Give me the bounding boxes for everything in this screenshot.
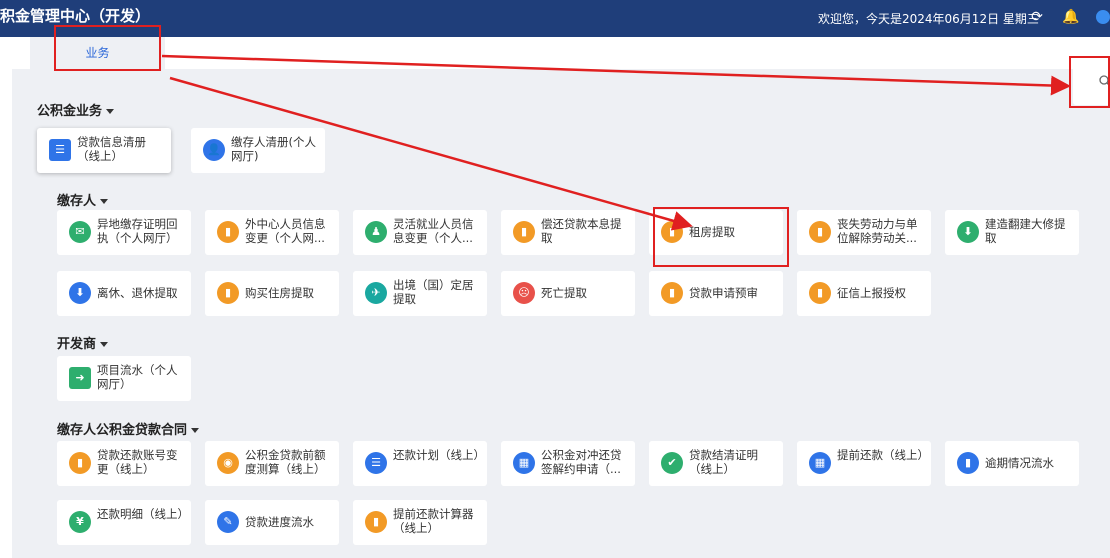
section-title-kfs[interactable]: 开发商 [57,333,109,352]
search-icon [1099,75,1110,87]
service-icon: ✉ [69,221,91,243]
service-icon: ▦ [513,452,535,474]
card-rent-withdraw[interactable]: ▮ 租房提取 [649,210,783,255]
section-title-contract[interactable]: 缴存人公积金贷款合同 [57,419,200,438]
avatar[interactable] [1096,10,1110,24]
card-loan-settle-proof[interactable]: ✔ 贷款结清证明（线上） [649,441,783,486]
service-icon: ▮ [217,221,239,243]
card-repay-loan-withdraw[interactable]: ▮ 偿还贷款本息提取 [501,210,635,255]
card-credit-auth[interactable]: ▮ 征信上报授权 [797,271,931,316]
greeting-text: 欢迎您，今天是2024年06月12日 星期三 [818,12,1039,26]
service-icon: ¥ [69,511,91,533]
section-title-jcr[interactable]: 缴存人 [57,190,109,209]
section-title-gjj[interactable]: 公积金业务 [37,100,115,119]
service-icon: ✈ [365,282,387,304]
card-disability-withdraw[interactable]: ▮ 丧失劳动力与单位解除劳动关... [797,210,931,255]
card-depositor-register[interactable]: 👤 缴存人清册(个人网厅) [191,128,325,173]
service-icon: ▮ [69,452,91,474]
tab-business[interactable]: 业务 [30,37,165,69]
caret-down-icon [191,428,200,433]
service-icon: ◉ [217,452,239,474]
service-icon: ▦ [809,452,831,474]
person-icon: 👤 [203,139,225,161]
search-button[interactable] [1073,60,1110,105]
service-icon: ▮ [217,282,239,304]
card-remote-deposit-proof[interactable]: ✉ 异地缴存证明回执（个人网厅） [57,210,191,255]
card-overdue-flow[interactable]: ▮ 逾期情况流水 [945,441,1079,486]
service-icon: ☰ [365,452,387,474]
card-offset-repay-apply[interactable]: ▦ 公积金对冲还贷签解约申请（... [501,441,635,486]
service-icon: ✔ [661,452,683,474]
card-repay-plan[interactable]: ☰ 还款计划（线上） [353,441,487,486]
card-loan-progress[interactable]: ✎ 贷款进度流水 [205,500,339,545]
service-icon: ♟ [365,221,387,243]
bell-icon[interactable]: 🔔 [1062,8,1080,26]
card-emigrate-withdraw[interactable]: ✈ 出境（国）定居提取 [353,271,487,316]
card-project-flow[interactable]: ➜ 项目流水（个人网厅） [57,356,191,401]
card-loan-pre-review[interactable]: ▮ 贷款申请预审 [649,271,783,316]
service-icon: ▮ [513,221,535,243]
refresh-icon[interactable]: ⟳ [1028,8,1046,26]
list-icon: ☰ [49,139,71,161]
service-icon: ✎ [217,511,239,533]
card-external-staff-change[interactable]: ▮ 外中心人员信息变更（个人网... [205,210,339,255]
tab-bar [12,37,1110,69]
service-icon: ▮ [661,221,683,243]
caret-down-icon [106,109,115,114]
door-icon: ➜ [69,367,91,389]
service-icon: ⬇ [957,221,979,243]
card-death-withdraw[interactable]: ☹ 死亡提取 [501,271,635,316]
card-build-repair-withdraw[interactable]: ⬇ 建造翻建大修提取 [945,210,1079,255]
caret-down-icon [100,342,109,347]
card-repay-account-change[interactable]: ▮ 贷款还款账号变更（线上） [57,441,191,486]
caret-down-icon [100,199,109,204]
left-edge-strip [0,37,12,558]
card-loan-info-register[interactable]: ☰ 贷款信息清册（线上） [37,128,171,173]
card-prepay-calculator[interactable]: ▮ 提前还款计算器（线上） [353,500,487,545]
service-icon: ⬇ [69,282,91,304]
card-buy-house-withdraw[interactable]: ▮ 购买住房提取 [205,271,339,316]
card-repay-detail[interactable]: ¥ 还款明细（线上） [57,500,191,545]
service-icon: ☹ [513,282,535,304]
app-title: 积金管理中心（开发） [0,7,151,25]
service-icon: ▮ [661,282,683,304]
service-icon: ▮ [957,452,979,474]
top-header-bar: 积金管理中心（开发） 欢迎您，今天是2024年06月12日 星期三 ⟳ 🔔 [0,0,1110,37]
service-icon: ▮ [809,221,831,243]
card-flex-employment-change[interactable]: ♟ 灵活就业人员信息变更（个人... [353,210,487,255]
card-retire-withdraw[interactable]: ⬇ 离休、退休提取 [57,271,191,316]
service-icon: ▮ [809,282,831,304]
service-icon: ▮ [365,511,387,533]
card-quota-estimate[interactable]: ◉ 公积金贷款前额度测算（线上） [205,441,339,486]
card-prepay[interactable]: ▦ 提前还款（线上） [797,441,931,486]
